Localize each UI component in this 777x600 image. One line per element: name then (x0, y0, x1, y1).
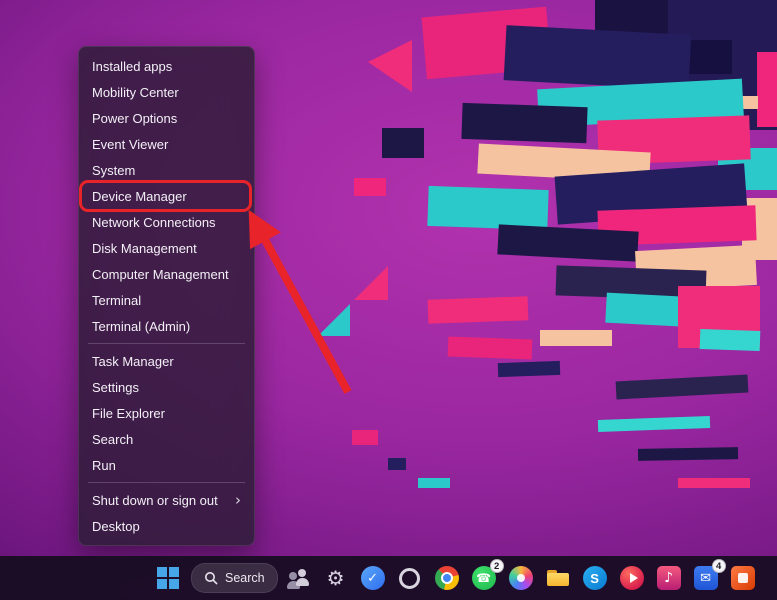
menu-item-label: System (92, 163, 135, 178)
folder-icon (546, 566, 570, 590)
menu-item-label: Network Connections (92, 215, 216, 230)
ring-icon (398, 566, 422, 590)
taskbar-icon-whatsapp[interactable]: ☎ 2 (468, 562, 500, 594)
menu-item-label: Installed apps (92, 59, 172, 74)
taskbar-icon-file-explorer[interactable] (542, 562, 574, 594)
start-button[interactable] (150, 562, 186, 594)
taskbar-icon-skype[interactable]: S (579, 562, 611, 594)
menu-item-label: File Explorer (92, 406, 165, 421)
menu-item-network-connections[interactable]: Network Connections (84, 209, 249, 235)
taskbar-icon-microsoft-todo[interactable]: ✓ (357, 562, 389, 594)
menu-item-label: Settings (92, 380, 139, 395)
menu-item-label: Task Manager (92, 354, 174, 369)
menu-separator (88, 343, 245, 344)
taskbar-icon-office[interactable] (727, 562, 759, 594)
menu-item-terminal-admin[interactable]: Terminal (Admin) (84, 313, 249, 339)
menu-item-label: Shut down or sign out (92, 493, 218, 508)
note-glyph: ♪ (664, 571, 673, 585)
menu-item-label: Power Options (92, 111, 177, 126)
menu-item-mobility-center[interactable]: Mobility Center (84, 79, 249, 105)
menu-item-task-manager[interactable]: Task Manager (84, 348, 249, 374)
menu-item-label: Mobility Center (92, 85, 179, 100)
menu-item-label: Device Manager (92, 189, 187, 204)
menu-item-device-manager[interactable]: Device Manager (84, 183, 249, 209)
menu-item-power-options[interactable]: Power Options (84, 105, 249, 131)
menu-item-label: Search (92, 432, 133, 447)
check-glyph: ✓ (367, 572, 378, 585)
todo-check-icon: ✓ (361, 566, 385, 590)
menu-item-label: Run (92, 458, 116, 473)
menu-item-computer-management[interactable]: Computer Management (84, 261, 249, 287)
office-icon (731, 566, 755, 590)
menu-item-shut-down-or-sign-out[interactable]: Shut down or sign out › (84, 487, 249, 513)
envelope-glyph: ✉ (700, 572, 711, 585)
menu-item-search[interactable]: Search (84, 426, 249, 452)
menu-item-label: Computer Management (92, 267, 229, 282)
taskbar-icon-media-player[interactable] (616, 562, 648, 594)
menu-item-label: Disk Management (92, 241, 197, 256)
search-icon (204, 571, 218, 585)
skype-letter-glyph: S (590, 572, 599, 585)
music-note-icon: ♪ (657, 566, 681, 590)
whatsapp-badge: 2 (490, 559, 504, 573)
people-icon (287, 566, 311, 590)
taskbar-icon-people[interactable] (283, 562, 315, 594)
menu-item-label: Desktop (92, 519, 140, 534)
phone-glyph: ☎ (476, 572, 491, 584)
menu-item-disk-management[interactable]: Disk Management (84, 235, 249, 261)
pinwheel-icon (509, 566, 533, 590)
menu-item-terminal[interactable]: Terminal (84, 287, 249, 313)
gear-icon: ⚙ (324, 566, 348, 590)
chevron-right-icon: › (235, 493, 241, 508)
menu-item-desktop[interactable]: Desktop (84, 513, 249, 539)
menu-separator (88, 482, 245, 483)
menu-item-settings[interactable]: Settings (84, 374, 249, 400)
taskbar-icon-copilot[interactable] (394, 562, 426, 594)
menu-item-system[interactable]: System (84, 157, 249, 183)
menu-item-run[interactable]: Run (84, 452, 249, 478)
play-icon (620, 566, 644, 590)
taskbar-search[interactable]: Search (191, 563, 278, 593)
windows-logo-icon (157, 567, 179, 589)
taskbar-icon-settings[interactable]: ⚙ (320, 562, 352, 594)
menu-item-label: Event Viewer (92, 137, 168, 152)
skype-icon: S (583, 566, 607, 590)
search-label: Search (225, 571, 265, 585)
taskbar: Search ⚙ ✓ ☎ 2 S ♪ ✉ 4 (0, 556, 777, 600)
menu-item-label: Terminal (Admin) (92, 319, 190, 334)
menu-item-installed-apps[interactable]: Installed apps (84, 53, 249, 79)
taskbar-icon-chrome[interactable] (431, 562, 463, 594)
messaging-badge: 4 (712, 559, 726, 573)
chrome-icon (435, 566, 459, 590)
taskbar-icon-music[interactable]: ♪ (653, 562, 685, 594)
winx-context-menu: Installed apps Mobility Center Power Opt… (78, 46, 255, 546)
menu-item-label: Terminal (92, 293, 141, 308)
menu-item-event-viewer[interactable]: Event Viewer (84, 131, 249, 157)
taskbar-icon-photos[interactable] (505, 562, 537, 594)
gear-glyph: ⚙ (327, 568, 345, 588)
menu-item-file-explorer[interactable]: File Explorer (84, 400, 249, 426)
taskbar-icon-messaging[interactable]: ✉ 4 (690, 562, 722, 594)
